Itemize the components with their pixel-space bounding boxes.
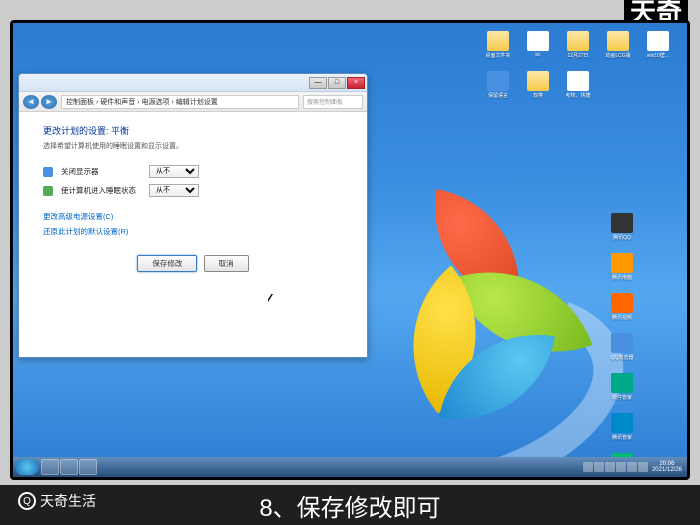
desktop-icon[interactable]: 腾讯电脑 bbox=[603, 253, 641, 291]
search-input[interactable]: 搜索控制面板 bbox=[303, 95, 363, 109]
back-button[interactable]: ◄ bbox=[23, 95, 39, 109]
desktop-icons-top: 桌面文件夹 pc 12月27日 动画LCG版 win10壁... 保留语言 双排… bbox=[479, 31, 679, 109]
tray-icon[interactable] bbox=[594, 462, 604, 472]
cursor-icon bbox=[267, 293, 277, 307]
breadcrumb[interactable]: 控制面板 › 硬件和声音 › 电源选项 › 编辑计划设置 bbox=[61, 95, 299, 109]
monitor-icon bbox=[43, 167, 53, 177]
taskbar: 20:062021/12/26 bbox=[13, 457, 687, 477]
taskbar-item[interactable] bbox=[60, 459, 78, 475]
taskbar-item[interactable] bbox=[79, 459, 97, 475]
watermark-logo: Q 天奇生活 bbox=[18, 491, 96, 511]
caption-text: 8、保存修改即可 bbox=[259, 488, 440, 523]
control-panel-window: — □ × ◄ ► 控制面板 › 硬件和声音 › 电源选项 › 编辑计划设置 搜… bbox=[18, 73, 368, 358]
tray-icon[interactable] bbox=[605, 462, 615, 472]
desktop-icon[interactable]: 腾讯视频 bbox=[603, 293, 641, 331]
tray-icon[interactable] bbox=[627, 462, 637, 472]
restore-defaults-link[interactable]: 还原此计划的默认设置(R) bbox=[43, 226, 343, 237]
desktop-icons-right: 腾讯QQ 腾讯电脑 腾讯视频 QQ浏览器 软件管家 腾讯管家 优酷 酷狗音乐 bbox=[603, 213, 679, 477]
tray-icon[interactable] bbox=[616, 462, 626, 472]
clock[interactable]: 20:062021/12/26 bbox=[649, 461, 685, 473]
advanced-settings-link[interactable]: 更改高级电源设置(C) bbox=[43, 211, 343, 222]
desktop-icon[interactable]: 双排 bbox=[519, 71, 557, 109]
window-titlebar[interactable]: — □ × bbox=[19, 74, 367, 92]
setting-label: 使计算机进入睡眠状态 bbox=[61, 185, 141, 196]
close-button[interactable]: × bbox=[347, 77, 365, 89]
desktop-icon[interactable]: 12月27日 bbox=[559, 31, 597, 69]
desktop-icon[interactable]: 考核、快捷 bbox=[559, 71, 597, 109]
search-icon: Q bbox=[18, 492, 36, 510]
desktop-screen: 桌面文件夹 pc 12月27日 动画LCG版 win10壁... 保留语言 双排… bbox=[13, 23, 687, 477]
desktop-icon[interactable]: 桌面文件夹 bbox=[479, 31, 517, 69]
taskbar-item[interactable] bbox=[41, 459, 59, 475]
address-bar: ◄ ► 控制面板 › 硬件和声音 › 电源选项 › 编辑计划设置 搜索控制面板 bbox=[19, 92, 367, 112]
window-content: 更改计划的设置: 平衡 选择希望计算机使用的睡眠设置和显示设置。 关闭显示器 从… bbox=[19, 112, 367, 284]
system-tray: 20:062021/12/26 bbox=[583, 461, 685, 473]
desktop-icon[interactable]: 腾讯管家 bbox=[603, 413, 641, 451]
minimize-button[interactable]: — bbox=[309, 77, 327, 89]
cancel-button[interactable]: 取消 bbox=[204, 255, 249, 272]
desktop-icon[interactable]: 软件管家 bbox=[603, 373, 641, 411]
desktop-icon[interactable]: pc bbox=[519, 31, 557, 69]
display-off-select[interactable]: 从不 bbox=[149, 165, 199, 178]
tray-icon[interactable] bbox=[638, 462, 648, 472]
page-subtitle: 选择希望计算机使用的睡眠设置和显示设置。 bbox=[43, 141, 343, 151]
sleep-select[interactable]: 从不 bbox=[149, 184, 199, 197]
desktop-icon[interactable]: 动画LCG版 bbox=[599, 31, 637, 69]
desktop-icon[interactable]: 保留语言 bbox=[479, 71, 517, 109]
desktop-icon[interactable]: win10壁... bbox=[639, 31, 677, 69]
setting-label: 关闭显示器 bbox=[61, 166, 141, 177]
video-caption: Q 天奇生活 8、保存修改即可 bbox=[0, 485, 700, 525]
sleep-icon bbox=[43, 186, 53, 196]
save-button[interactable]: 保存修改 bbox=[137, 255, 197, 272]
tray-icon[interactable] bbox=[583, 462, 593, 472]
monitor-bezel: 桌面文件夹 pc 12月27日 动画LCG版 win10壁... 保留语言 双排… bbox=[10, 20, 690, 480]
desktop-icon[interactable]: 腾讯QQ bbox=[603, 213, 641, 251]
page-title: 更改计划的设置: 平衡 bbox=[43, 124, 343, 137]
maximize-button[interactable]: □ bbox=[328, 77, 346, 89]
desktop-icon[interactable]: QQ浏览器 bbox=[603, 333, 641, 371]
start-button[interactable] bbox=[15, 459, 39, 475]
forward-button[interactable]: ► bbox=[41, 95, 57, 109]
